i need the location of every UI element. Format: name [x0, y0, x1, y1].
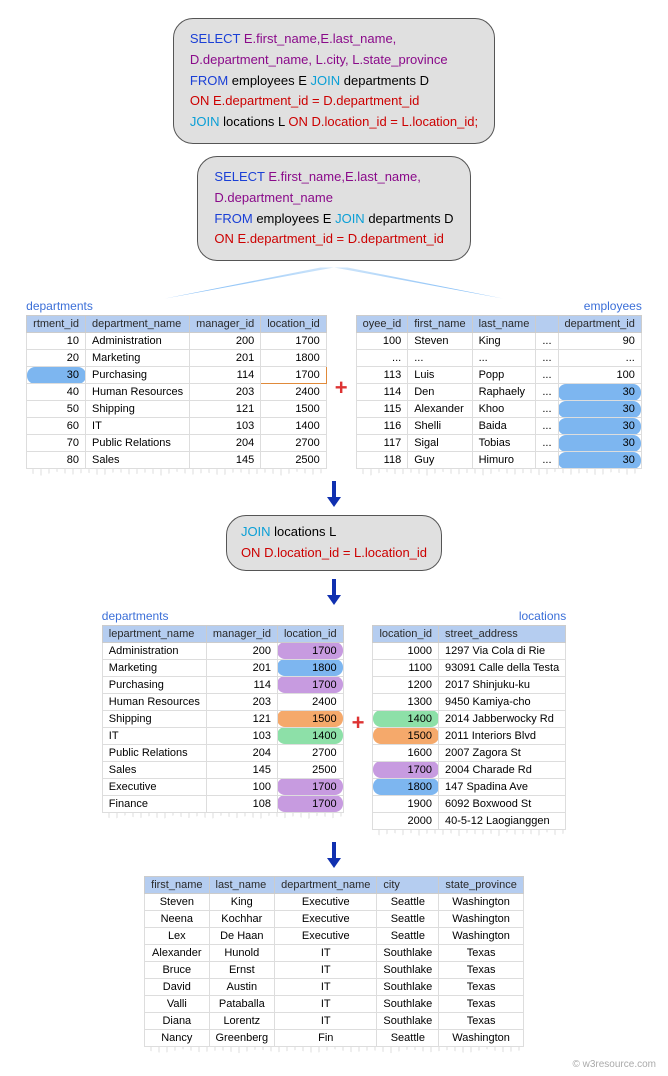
table-row: 118GuyHimuro ...30 [356, 452, 641, 469]
arrow-down-icon [327, 481, 341, 507]
table-row: StevenKingExecutiveSeattleWashington [145, 893, 524, 910]
table-row: 110093091 Calle della Testa [373, 659, 566, 676]
table-row: 15002011 Interiors Blvd [373, 727, 566, 744]
col-header: department_name [86, 316, 190, 333]
table-row: 50Shipping 1211500 [27, 401, 327, 418]
departments-table-2: departments lepartment_namemanager_idloc… [102, 609, 344, 821]
col-header: city [377, 876, 439, 893]
col-header: first_name [145, 876, 209, 893]
table-row: Purchasing114 1700 [102, 676, 343, 693]
col-header: street_address [439, 625, 566, 642]
table-row: LexDe HaanExecutiveSeattleWashington [145, 927, 524, 944]
table-row: 40Human Resources 2032400 [27, 384, 327, 401]
col-header: manager_id [206, 625, 277, 642]
col-header: location_id [261, 316, 327, 333]
arrow-down-icon [327, 579, 341, 605]
table-row: 16002007 Zagora St [373, 744, 566, 761]
table-row: 200040-5-12 Laogianggen [373, 812, 566, 829]
table-row: 19006092 Boxwood St [373, 795, 566, 812]
table-row: 13009450 Kamiya-cho [373, 693, 566, 710]
locations-table: locations location_idstreet_address 1000… [372, 609, 566, 838]
table-row: 12002017 Shinjuku-ku [373, 676, 566, 693]
kw-select: SELECT [190, 31, 244, 46]
table-row: 10001297 Via Cola di Rie [373, 642, 566, 659]
table-row: 80Sales 1452500 [27, 452, 327, 469]
plus-icon: + [348, 710, 369, 736]
table-row: 20Marketing 2011800 [27, 350, 327, 367]
table-row: Finance108 1700 [102, 795, 343, 812]
col-header: manager_id [190, 316, 261, 333]
table-row: DavidAustinITSouthlakeTexas [145, 978, 524, 995]
watermark: © w3resource.com [572, 1059, 656, 1070]
table-row: Public Relations204 2700 [102, 744, 343, 761]
col-header: location_id [277, 625, 343, 642]
table-row: NancyGreenbergFinSeattleWashington [145, 1029, 524, 1046]
col-header: last_name [209, 876, 275, 893]
table-row: 1800147 Spadina Ave [373, 778, 566, 795]
table-row: DianaLorentzITSouthlakeTexas [145, 1012, 524, 1029]
table-row: AlexanderHunoldITSouthlakeTexas [145, 944, 524, 961]
result-table: first_namelast_namedepartment_namecityst… [144, 876, 524, 1055]
sql-box-inner-join: SELECT E.first_name,E.last_name, D.depar… [197, 156, 470, 261]
table-row: Shipping121 1500 [102, 710, 343, 727]
table-row: 17002004 Charade Rd [373, 761, 566, 778]
table-row: 70Public Relations 2042700 [27, 435, 327, 452]
table-row: 116ShelliBaida ...30 [356, 418, 641, 435]
table-row: NeenaKochharExecutiveSeattleWashington [145, 910, 524, 927]
col-header: lepartment_name [102, 625, 206, 642]
table-row: 14002014 Jabberwocky Rd [373, 710, 566, 727]
table-row: Administration200 1700 [102, 642, 343, 659]
col-header: first_name [408, 316, 472, 333]
plus-icon: + [331, 375, 352, 401]
table-row: 60IT 1031400 [27, 418, 327, 435]
table-row: 114DenRaphaely ...30 [356, 384, 641, 401]
departments-table-1: departments rtment_iddepartment_namemana… [26, 299, 327, 477]
sql-box-main: SELECT E.first_name,E.last_name, D.depar… [173, 18, 495, 144]
table-row: ......... ...... [356, 350, 641, 367]
table-row: Marketing201 1800 [102, 659, 343, 676]
col-header: rtment_id [27, 316, 86, 333]
table-row: Executive100 1700 [102, 778, 343, 795]
col-header: department_name [275, 876, 377, 893]
table-row: IT103 1400 [102, 727, 343, 744]
col-header: state_province [439, 876, 524, 893]
table-row: 30Purchasing 1141700 [27, 367, 327, 384]
converge-arrows-icon [10, 265, 658, 299]
table-row: BruceErnstITSouthlakeTexas [145, 961, 524, 978]
col-header: location_id [373, 625, 439, 642]
table-row: 117SigalTobias ...30 [356, 435, 641, 452]
table-row: ValliPataballaITSouthlakeTexas [145, 995, 524, 1012]
table-row: 10Administration 2001700 [27, 333, 327, 350]
col-header: department_id [558, 316, 641, 333]
col-header: last_name [472, 316, 536, 333]
table-row: Human Resources203 2400 [102, 693, 343, 710]
table-row: 115AlexanderKhoo ...30 [356, 401, 641, 418]
col-header [536, 316, 558, 333]
table-row: Sales145 2500 [102, 761, 343, 778]
employees-table: employees oyee_idfirst_namelast_namedepa… [356, 299, 642, 477]
col-header: oyee_id [356, 316, 408, 333]
sql-box-join-locations: JOIN locations L ON D.location_id = L.lo… [226, 515, 442, 571]
table-row: 113LuisPopp ...100 [356, 367, 641, 384]
arrow-down-icon [327, 842, 341, 868]
table-row: 100StevenKing ...90 [356, 333, 641, 350]
